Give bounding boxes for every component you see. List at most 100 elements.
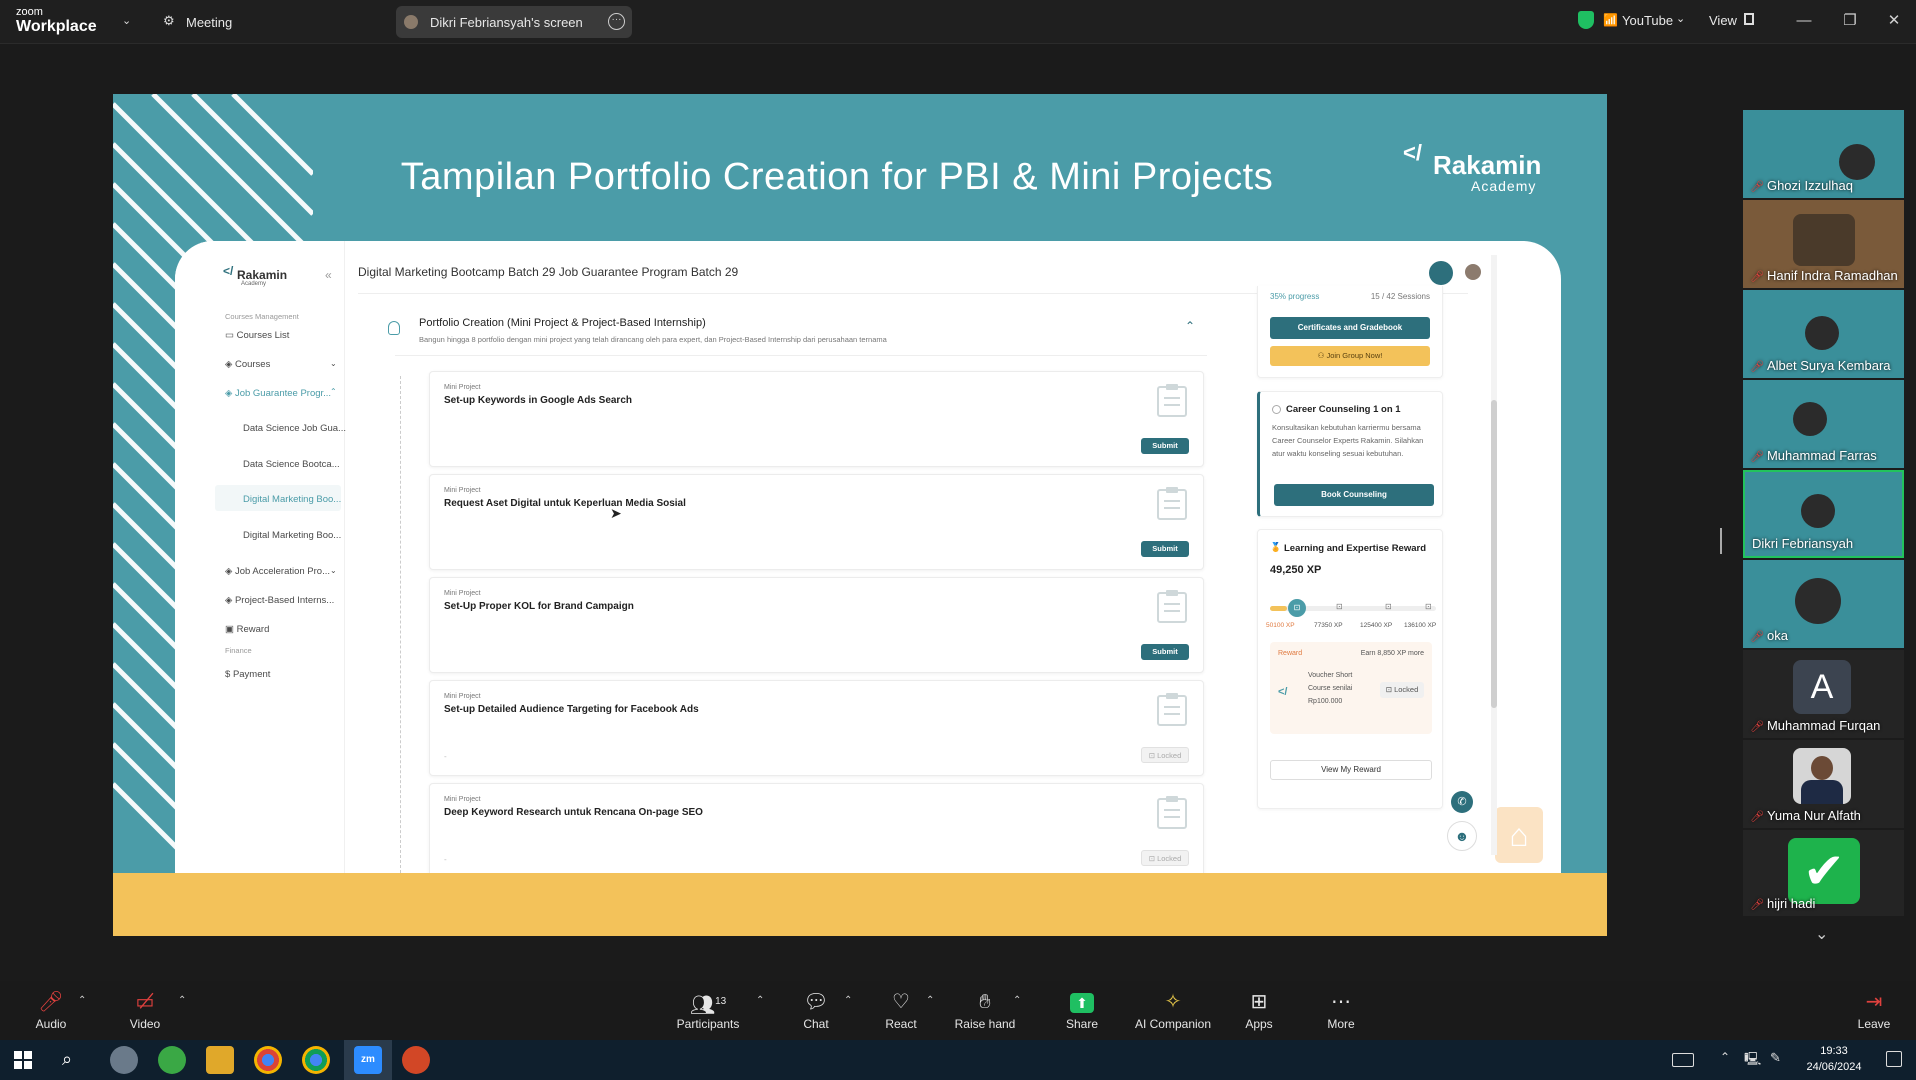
- participants-options-caret[interactable]: ⌃: [756, 995, 764, 1006]
- raise-hand-button[interactable]: ✋︎ Raise hand: [954, 989, 1016, 1031]
- leave-button[interactable]: ⇥ Leave: [1856, 989, 1892, 1031]
- participant-tile-active-speaker[interactable]: Dikri Febriansyah: [1743, 470, 1904, 558]
- panel-resize-handle[interactable]: [1720, 528, 1722, 554]
- participant-tile[interactable]: A 🎤︎ Muhammad Furqan: [1743, 650, 1904, 738]
- chat-button[interactable]: 💬︎ Chat: [796, 989, 836, 1031]
- chevron-down-icon[interactable]: ⌄: [122, 14, 131, 27]
- more-icon: ⋯: [1331, 991, 1351, 1013]
- meeting-label[interactable]: Meeting: [186, 15, 232, 30]
- submit-button[interactable]: Submit: [1141, 541, 1189, 557]
- search-icon[interactable]: ⌕: [62, 1049, 72, 1070]
- apps-button[interactable]: ⊞ Apps: [1242, 989, 1276, 1031]
- progress-label: 35% progress: [1270, 292, 1320, 301]
- scrollbar-track[interactable]: [1491, 255, 1497, 855]
- submit-button[interactable]: Submit: [1141, 438, 1189, 454]
- chevron-up-icon[interactable]: ⌃: [1185, 319, 1195, 333]
- sidebar-subitem-1[interactable]: Data Science Job Gua...: [243, 423, 346, 434]
- folder-icon[interactable]: [206, 1046, 234, 1074]
- clock-time[interactable]: 19:33: [1806, 1045, 1862, 1057]
- zoom-logo-workplace: Workplace: [16, 18, 97, 35]
- chrome-profile-icon[interactable]: [302, 1046, 330, 1074]
- view-menu[interactable]: View: [1709, 13, 1737, 28]
- project-card[interactable]: Mini Project Request Aset Digital untuk …: [429, 474, 1204, 570]
- milestone-label: 50100 XP: [1266, 622, 1295, 629]
- sidebar-item-courses[interactable]: ◈ Courses: [225, 359, 270, 370]
- app-icon-2[interactable]: [158, 1046, 186, 1074]
- ai-companion-button[interactable]: ✧ AI Companion: [1134, 989, 1212, 1031]
- home-icon[interactable]: ⌂: [1495, 807, 1543, 863]
- participant-tile[interactable]: 🎤︎ oka: [1743, 560, 1904, 648]
- project-card[interactable]: Mini Project Set-up Keywords in Google A…: [429, 371, 1204, 467]
- lightbulb-icon: [388, 321, 400, 335]
- grid-view-icon[interactable]: [1744, 13, 1754, 25]
- sidebar-item-payment[interactable]: $ Payment: [225, 669, 270, 680]
- join-group-button[interactable]: ⚇ Join Group Now!: [1270, 346, 1430, 366]
- sidebar-item-courses-list[interactable]: ▭ Courses List: [225, 330, 289, 341]
- raise-hand-options-caret[interactable]: ⌃: [1013, 995, 1021, 1006]
- minimize-icon[interactable]: —: [1790, 10, 1818, 32]
- participant-tile[interactable]: 🎤︎ Albet Surya Kembara: [1743, 290, 1904, 378]
- keyboard-icon[interactable]: [1672, 1053, 1694, 1067]
- book-counseling-button[interactable]: Book Counseling: [1274, 484, 1434, 506]
- chat-options-caret[interactable]: ⌃: [844, 995, 852, 1006]
- zoom-icon[interactable]: zm: [354, 1046, 382, 1074]
- voucher-locked-badge: ⊡ Locked: [1380, 682, 1424, 698]
- chevron-down-icon[interactable]: ⌄: [330, 566, 337, 575]
- certificates-gradebook-button[interactable]: Certificates and Gradebook: [1270, 317, 1430, 339]
- more-options-icon[interactable]: ···: [608, 13, 625, 30]
- chevron-down-icon[interactable]: ⌄: [330, 359, 337, 368]
- app-icon-1[interactable]: [110, 1046, 138, 1074]
- participants-button[interactable]: 👥︎13 Participants: [670, 989, 746, 1031]
- chrome-icon[interactable]: [254, 1046, 282, 1074]
- close-icon[interactable]: ✕: [1880, 10, 1908, 32]
- screen-share-tab[interactable]: Dikri Febriansyah's screen ···: [396, 6, 632, 38]
- participant-tile[interactable]: 🎤︎ Hanif Indra Ramadhan: [1743, 200, 1904, 288]
- audio-options-caret[interactable]: ⌃: [78, 995, 86, 1006]
- react-options-caret[interactable]: ⌃: [926, 995, 934, 1006]
- youtube-stream-label[interactable]: YouTube: [1622, 13, 1673, 28]
- windows-start-icon[interactable]: [14, 1051, 32, 1069]
- share-button[interactable]: ⬆ Share: [1062, 989, 1102, 1031]
- powerpoint-icon[interactable]: [402, 1046, 430, 1074]
- sidebar-item-pbi[interactable]: ◈ Project-Based Interns...: [225, 595, 334, 606]
- video-button[interactable]: ▭̸ Video: [122, 989, 168, 1031]
- medal-icon: 🏅: [1270, 542, 1282, 552]
- audio-button[interactable]: 🎤︎ Audio: [30, 989, 72, 1031]
- restore-icon[interactable]: ❐: [1836, 10, 1864, 32]
- network-icon[interactable]: 🖳: [1744, 1050, 1761, 1072]
- sidebar-subitem-2[interactable]: Data Science Bootca...: [243, 459, 340, 470]
- avatar[interactable]: [1465, 264, 1481, 280]
- collapse-sidebar-icon[interactable]: «: [325, 268, 332, 282]
- locked-button: ⊡ Locked: [1141, 850, 1189, 866]
- sidebar-item-job-guarantee[interactable]: ◈ Job Guarantee Progr...: [225, 388, 331, 399]
- sidebar-item-reward[interactable]: ▣ Reward: [225, 624, 269, 635]
- scrollbar-thumb[interactable]: [1491, 400, 1497, 708]
- chatbot-icon[interactable]: ☻: [1447, 821, 1477, 851]
- pen-icon[interactable]: ✎: [1770, 1050, 1781, 1066]
- project-title: Set-Up Proper KOL for Brand Campaign: [444, 601, 634, 612]
- participant-tile[interactable]: 🎤︎ Yuma Nur Alfath: [1743, 740, 1904, 828]
- sidebar-subitem-4[interactable]: Digital Marketing Boo...: [243, 530, 341, 541]
- slide-footer-bar: [113, 873, 1607, 936]
- sidebar-subitem-3-active[interactable]: Digital Marketing Boo...: [243, 494, 341, 505]
- notification-icon[interactable]: [1886, 1051, 1902, 1067]
- participant-tile[interactable]: 🎤︎ Ghozi Izzulhaq: [1743, 110, 1904, 198]
- react-button[interactable]: ♡ React: [880, 989, 922, 1031]
- sidebar-item-job-acceleration[interactable]: ◈ Job Acceleration Pro...: [225, 566, 330, 577]
- chevron-down-icon[interactable]: ⌄: [1676, 12, 1685, 25]
- participant-tile[interactable]: 🎤︎ Muhammad Farras: [1743, 380, 1904, 468]
- project-card[interactable]: Mini Project Set-Up Proper KOL for Brand…: [429, 577, 1204, 673]
- more-button[interactable]: ⋯ More: [1324, 989, 1358, 1031]
- chevron-down-icon[interactable]: ⌄: [1815, 924, 1828, 944]
- participant-video: [1793, 214, 1855, 266]
- video-options-caret[interactable]: ⌃: [178, 995, 186, 1006]
- bell-icon[interactable]: [1429, 261, 1453, 285]
- chevron-up-icon[interactable]: ⌃: [1720, 1050, 1730, 1064]
- submit-button[interactable]: Submit: [1141, 644, 1189, 660]
- participant-tile[interactable]: ✔ 🎤︎ hijri hadi: [1743, 830, 1904, 916]
- whatsapp-icon[interactable]: ✆: [1451, 791, 1473, 813]
- clock-date[interactable]: 24/06/2024: [1798, 1061, 1870, 1073]
- view-my-reward-button[interactable]: View My Reward: [1270, 760, 1432, 780]
- clipboard-icon: [1157, 384, 1187, 417]
- chevron-up-icon[interactable]: ⌃: [330, 387, 337, 396]
